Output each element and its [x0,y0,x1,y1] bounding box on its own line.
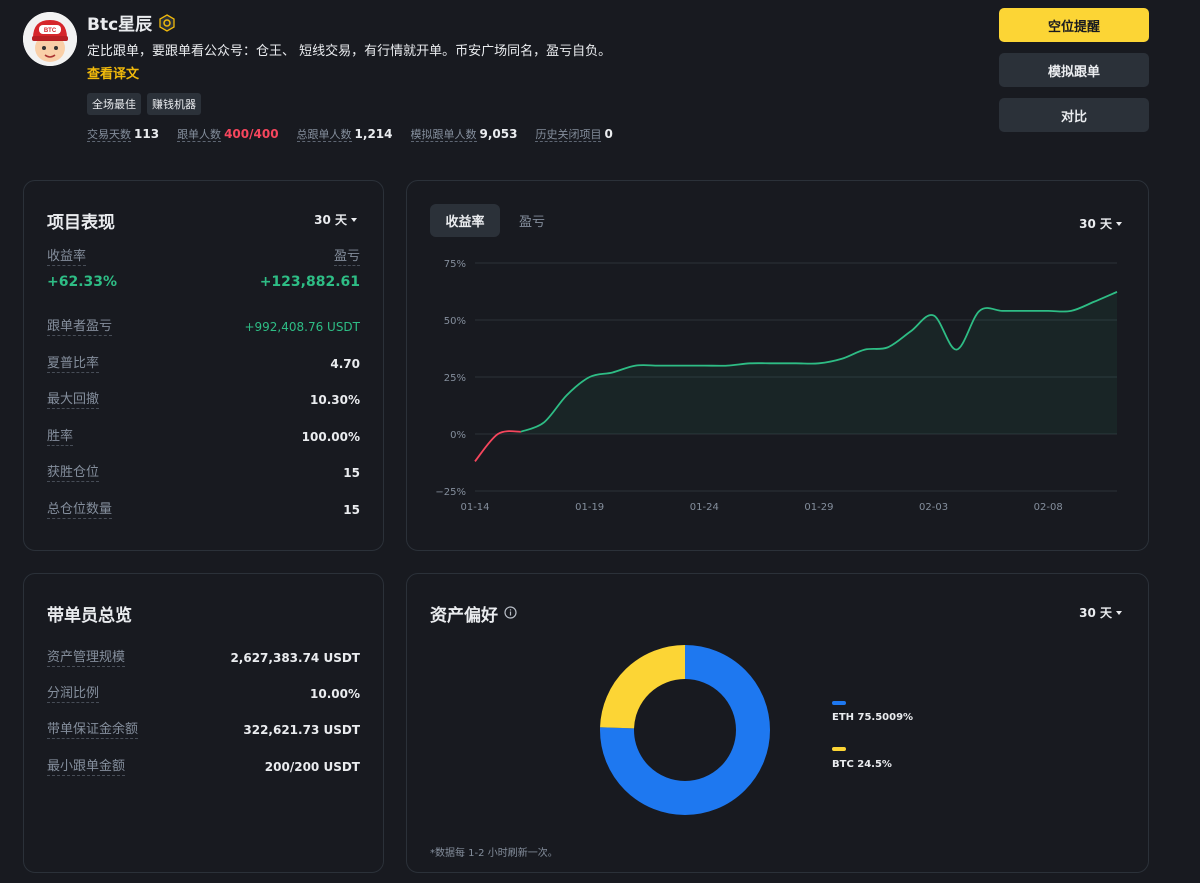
min-copy-amount-label: 最小跟单金额 [47,759,126,776]
asset-donut-chart [600,645,770,815]
max-drawdown-row: 最大回撤 10.30% [47,391,360,409]
trading-days-value: 113 [134,127,160,141]
copiers-value: 400/400 [224,127,279,141]
pnl-value: +123,882.61 [259,274,360,290]
sharpe-label: 夏普比率 [47,356,100,373]
closed-projects-value: 0 [604,127,613,141]
info-icon[interactable] [504,604,517,624]
view-translation-link[interactable]: 查看译文 [87,63,139,82]
performance-title: 项目表现 [47,213,115,233]
trader-stats: 交易天数 113 跟单人数 400/400 总跟单人数 1,214 模拟跟单人数 9,0… [87,126,613,142]
trader-bio: 定比跟单，要跟单看公众号：仓王、 短线交易，有行情就开单。币安广场同名，盈亏自负… [87,44,612,59]
total-positions-value: 15 [343,503,360,517]
total-positions-row: 总仓位数量 15 [47,501,360,519]
tag-best-overall: 全场最佳 [87,93,141,115]
refresh-footnote: *数据每 1-2 小时刷新一次。 [430,848,558,859]
total-copiers-label: 总跟单人数 [296,128,352,142]
max-drawdown-label: 最大回撤 [47,392,100,409]
copier-pnl-label: 跟单者盈亏 [47,319,113,336]
x-tick-label: 01-24 [690,502,719,513]
trader-tags: 全场最佳 赚钱机器 [87,93,201,115]
mock-copy-button[interactable]: 模拟跟单 [999,53,1149,87]
asset-preference-title: 资产偏好 [430,606,498,626]
win-rate-row: 胜率 100.00% [47,428,360,446]
min-copy-amount-value: 200/200 USDT [264,760,360,774]
tag-money-machine: 赚钱机器 [147,93,201,115]
svg-text:BTC: BTC [44,28,57,34]
x-tick-label: 01-19 [575,502,604,513]
profit-share-label: 分润比例 [47,686,100,703]
profit-share-row: 分润比例 10.00% [47,685,360,703]
overview-title: 带单员总览 [47,606,132,626]
winning-positions-label: 获胜仓位 [47,465,100,482]
aum-value: 2,627,383.74 USDT [230,651,360,665]
pnl-label: 盈亏 [333,249,360,266]
x-tick-label: 02-03 [919,502,948,513]
compare-button[interactable]: 对比 [999,98,1149,132]
short-alert-button[interactable]: 空位提醒 [999,8,1149,42]
x-tick-label: 01-14 [460,502,489,513]
aum-label: 资产管理规模 [47,650,126,667]
sharpe-row: 夏普比率 4.70 [47,355,360,373]
y-tick-label: −25% [435,487,466,498]
chevron-down-icon [351,217,357,222]
closed-projects-label: 历史关闭项目 [535,128,602,142]
btc-legend-swatch [832,747,846,751]
eth-legend-swatch [832,701,846,705]
total-positions-label: 总仓位数量 [47,502,113,519]
performance-card: 项目表现 30 天 收益率 盈亏 +62.33% +123,882.61 跟单者… [23,180,384,551]
winning-positions-row: 获胜仓位 15 [47,464,360,482]
asset-period-select[interactable]: 30 天 [1079,604,1122,621]
copiers-label: 跟单人数 [177,128,222,142]
win-rate-label: 胜率 [47,429,74,446]
roi-line-chart: 75% 50% 25% 0% −25% 01-14 01-19 01-24 01-29 02-03… [435,259,1118,513]
winning-positions-value: 15 [343,466,360,480]
mock-copiers-label: 模拟跟单人数 [410,128,477,142]
roi-value: +62.33% [47,274,118,290]
y-tick-label: 0% [450,430,466,441]
chevron-down-icon [1116,610,1122,615]
y-tick-label: 50% [444,316,466,327]
sharpe-value: 4.70 [330,357,360,371]
total-copiers-value: 1,214 [354,127,393,141]
roi-line-negative [474,430,521,462]
win-rate-value: 100.00% [301,430,360,444]
avatar: BTC [23,12,77,66]
eth-legend-label: ETH 75.5009% [832,712,914,723]
overview-card: 带单员总览 资产管理规模 2,627,383.74 USDT 分润比例 10.0… [23,573,384,873]
roi-label: 收益率 [47,249,87,266]
x-tick-label: 01-29 [804,502,833,513]
trader-name: Btc星辰 [87,15,153,35]
aum-row: 资产管理规模 2,627,383.74 USDT [47,649,360,667]
verified-badge-icon [158,13,176,32]
copier-pnl-value: +992,408.76 USDT [244,320,360,334]
trading-days-label: 交易天数 [87,128,131,142]
asset-period-label: 30 天 [1079,606,1112,620]
btc-legend-label: BTC 24.5% [832,759,892,770]
margin-balance-row: 带单保证金余额 322,621.73 USDT [47,721,360,739]
mock-copiers-value: 9,053 [479,127,518,141]
roi-chart-card: 收益率 盈亏 30 天 75% 50% 25% 0% −25% 01-14 01-19 01-… [406,180,1149,551]
profit-share-value: 10.00% [310,687,360,701]
min-copy-amount-row: 最小跟单金额 200/200 USDT [47,758,360,776]
y-tick-label: 25% [444,373,466,384]
asset-preference-card: 资产偏好 30 天 ETH 75.5009% BTC 24.5% *数据每 1-… [406,573,1149,873]
x-tick-label: 02-08 [1034,502,1063,513]
performance-period-label: 30 天 [314,213,347,227]
max-drawdown-value: 10.30% [310,393,360,407]
margin-balance-label: 带单保证金余额 [47,722,139,739]
y-tick-label: 75% [444,259,466,270]
performance-period-select[interactable]: 30 天 [314,211,357,228]
margin-balance-value: 322,621.73 USDT [243,723,360,737]
copier-pnl-row: 跟单者盈亏 +992,408.76 USDT [47,318,360,336]
